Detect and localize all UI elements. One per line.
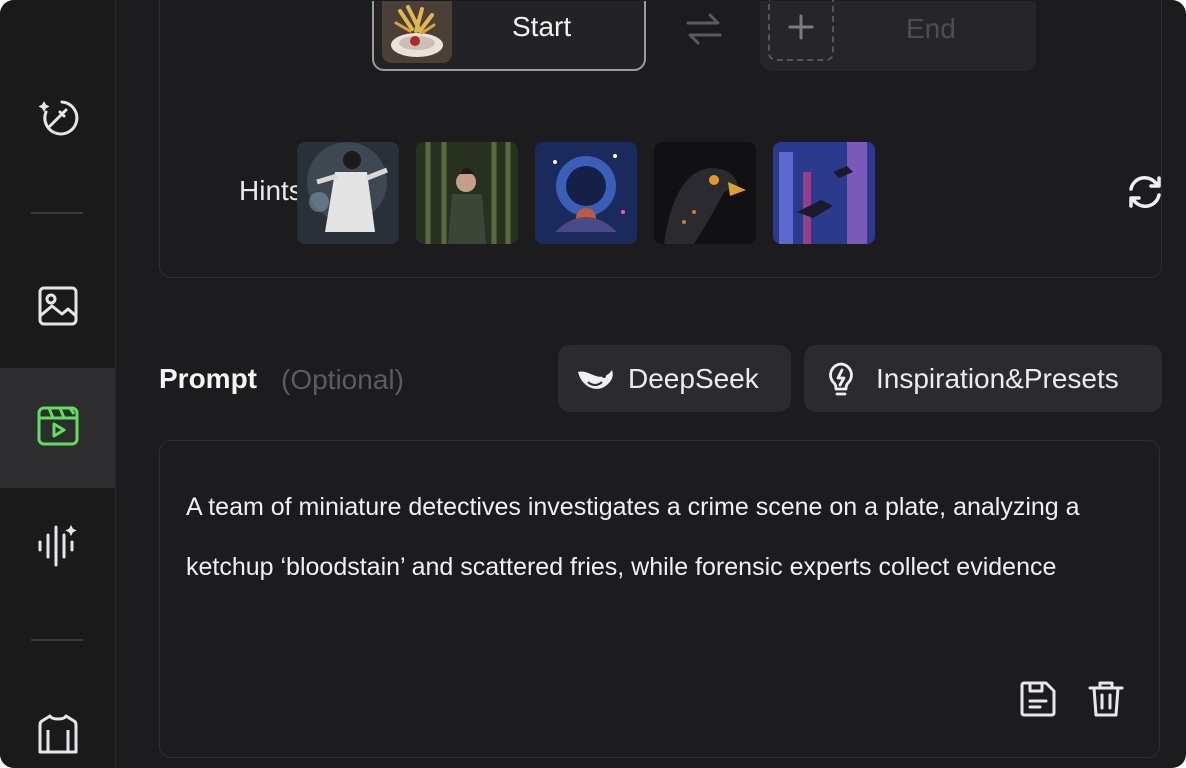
hint-thumbnail-4[interactable] [654, 142, 756, 244]
hint-thumbnail-3[interactable] [535, 142, 637, 244]
prompt-textarea[interactable]: A team of miniature detectives investiga… [159, 440, 1160, 758]
save-icon[interactable] [1018, 679, 1058, 724]
video-icon [36, 404, 80, 453]
add-end-frame-button[interactable] [768, 0, 834, 61]
hint-thumbnail-1[interactable] [297, 142, 399, 244]
sidebar-item-video[interactable] [0, 368, 115, 488]
deepseek-whale-icon [576, 364, 616, 394]
start-frame-thumbnail [382, 1, 452, 63]
prompt-text[interactable]: A team of miniature detectives investiga… [186, 477, 1126, 597]
sidebar-item-audio[interactable] [0, 488, 115, 608]
end-frame-slot[interactable]: End [760, 0, 1036, 71]
deepseek-button[interactable]: DeepSeek [558, 345, 791, 412]
shirt-icon [36, 712, 80, 761]
start-frame-slot[interactable]: Start [372, 1, 646, 71]
end-frame-label: End [906, 13, 956, 44]
swap-arrows-icon[interactable] [684, 11, 724, 52]
hints-label: Hints [239, 175, 303, 206]
sidebar-divider [31, 212, 83, 214]
plus-icon [788, 14, 814, 45]
deepseek-label: DeepSeek [628, 362, 759, 394]
refresh-icon[interactable] [1126, 173, 1164, 216]
audio-sparkle-icon [35, 523, 81, 574]
prompt-optional-label: (Optional) [281, 364, 404, 395]
hint-thumbnail-2[interactable] [416, 142, 518, 244]
sidebar-item-apparel[interactable] [0, 676, 115, 768]
lightbulb-icon [826, 361, 856, 397]
app-window: Start End Hints Prompt (Optional) DeepSe… [0, 0, 1186, 768]
sidebar [0, 0, 116, 768]
prompt-title: Prompt [159, 363, 257, 394]
image-icon [36, 284, 80, 333]
magic-edit-icon [36, 96, 80, 145]
frames-card: Start End Hints [159, 0, 1162, 278]
main-panel: Start End Hints Prompt (Optional) DeepSe… [116, 0, 1186, 768]
sidebar-item-magic-edit[interactable] [0, 60, 115, 180]
trash-icon[interactable] [1086, 679, 1126, 724]
hint-thumbnail-5[interactable] [773, 142, 875, 244]
inspiration-presets-label: Inspiration&Presets [876, 362, 1119, 394]
sidebar-divider [31, 639, 83, 641]
start-frame-label: Start [512, 11, 572, 42]
inspiration-presets-button[interactable]: Inspiration&Presets [804, 345, 1162, 412]
sidebar-item-image[interactable] [0, 248, 115, 368]
